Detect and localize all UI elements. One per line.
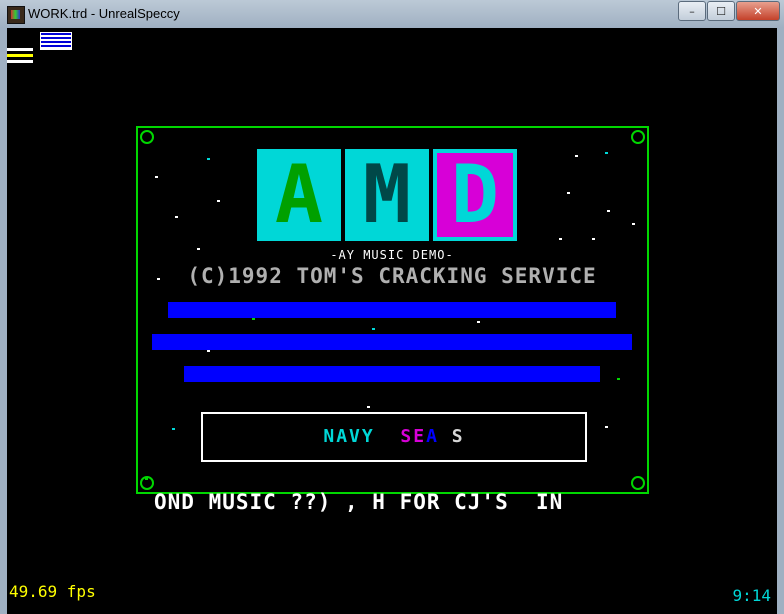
- app-icon[interactable]: [7, 6, 25, 24]
- copyright-line: (C)1992 TOM'S CRACKING SERVICE: [187, 264, 597, 288]
- star: [605, 152, 608, 154]
- raster-bar: [184, 366, 600, 382]
- window-frame-left: [0, 28, 7, 614]
- group-name-box: NAVY SEA S: [201, 412, 587, 462]
- window-controls: – ☐ ✕: [678, 1, 780, 21]
- group-name-part: A: [426, 426, 439, 447]
- logo-letter: M: [345, 149, 429, 241]
- clock: 9:14: [732, 586, 771, 605]
- star: [372, 328, 375, 330]
- star: [145, 478, 148, 480]
- group-name-part: S: [451, 426, 465, 447]
- star: [617, 378, 620, 380]
- scroll-text: OND MUSIC ??) , H FOR CJ'S IN: [154, 490, 564, 514]
- group-name: NAVY SEA S: [203, 426, 585, 447]
- corner-ornament-icon: [631, 476, 645, 490]
- group-name-part: SE: [400, 426, 427, 447]
- title-bar[interactable]: WORK.trd - UnrealSpeccy – ☐ ✕: [0, 0, 784, 29]
- star: [567, 192, 570, 194]
- star: [175, 216, 178, 218]
- star: [575, 155, 578, 157]
- minimize-button[interactable]: –: [678, 1, 706, 21]
- star: [155, 176, 158, 178]
- amd-logo: A M D: [257, 149, 517, 241]
- emulator-screen[interactable]: A M D -AY MUSIC DEMO- (C)1992 TOM'S CRAC…: [7, 28, 777, 614]
- window-title: WORK.trd - UnrealSpeccy: [28, 6, 180, 21]
- corner-ornament-icon: [631, 130, 645, 144]
- group-name-part: NAVY: [323, 426, 375, 447]
- star: [632, 223, 635, 225]
- star: [605, 426, 608, 428]
- star: [607, 210, 610, 212]
- fps-counter: 49.69 fps: [9, 582, 96, 601]
- star: [172, 428, 175, 430]
- star: [559, 238, 562, 240]
- logo-letter: A: [257, 149, 341, 241]
- star: [207, 158, 210, 160]
- raster-bar: [152, 334, 632, 350]
- star: [367, 406, 370, 408]
- activity-indicator-icon: [7, 48, 33, 66]
- close-button[interactable]: ✕: [736, 1, 780, 21]
- star: [592, 238, 595, 240]
- star: [252, 318, 255, 320]
- star: [477, 321, 480, 323]
- keyboard-layout-icon: [40, 32, 72, 50]
- demo-subtitle: -AY MUSIC DEMO-: [330, 248, 454, 262]
- window-frame-right: [777, 28, 784, 614]
- star: [207, 350, 210, 352]
- star: [217, 200, 220, 202]
- maximize-button[interactable]: ☐: [707, 1, 735, 21]
- raster-bar: [168, 302, 616, 318]
- logo-letter: D: [433, 149, 517, 241]
- corner-ornament-icon: [140, 130, 154, 144]
